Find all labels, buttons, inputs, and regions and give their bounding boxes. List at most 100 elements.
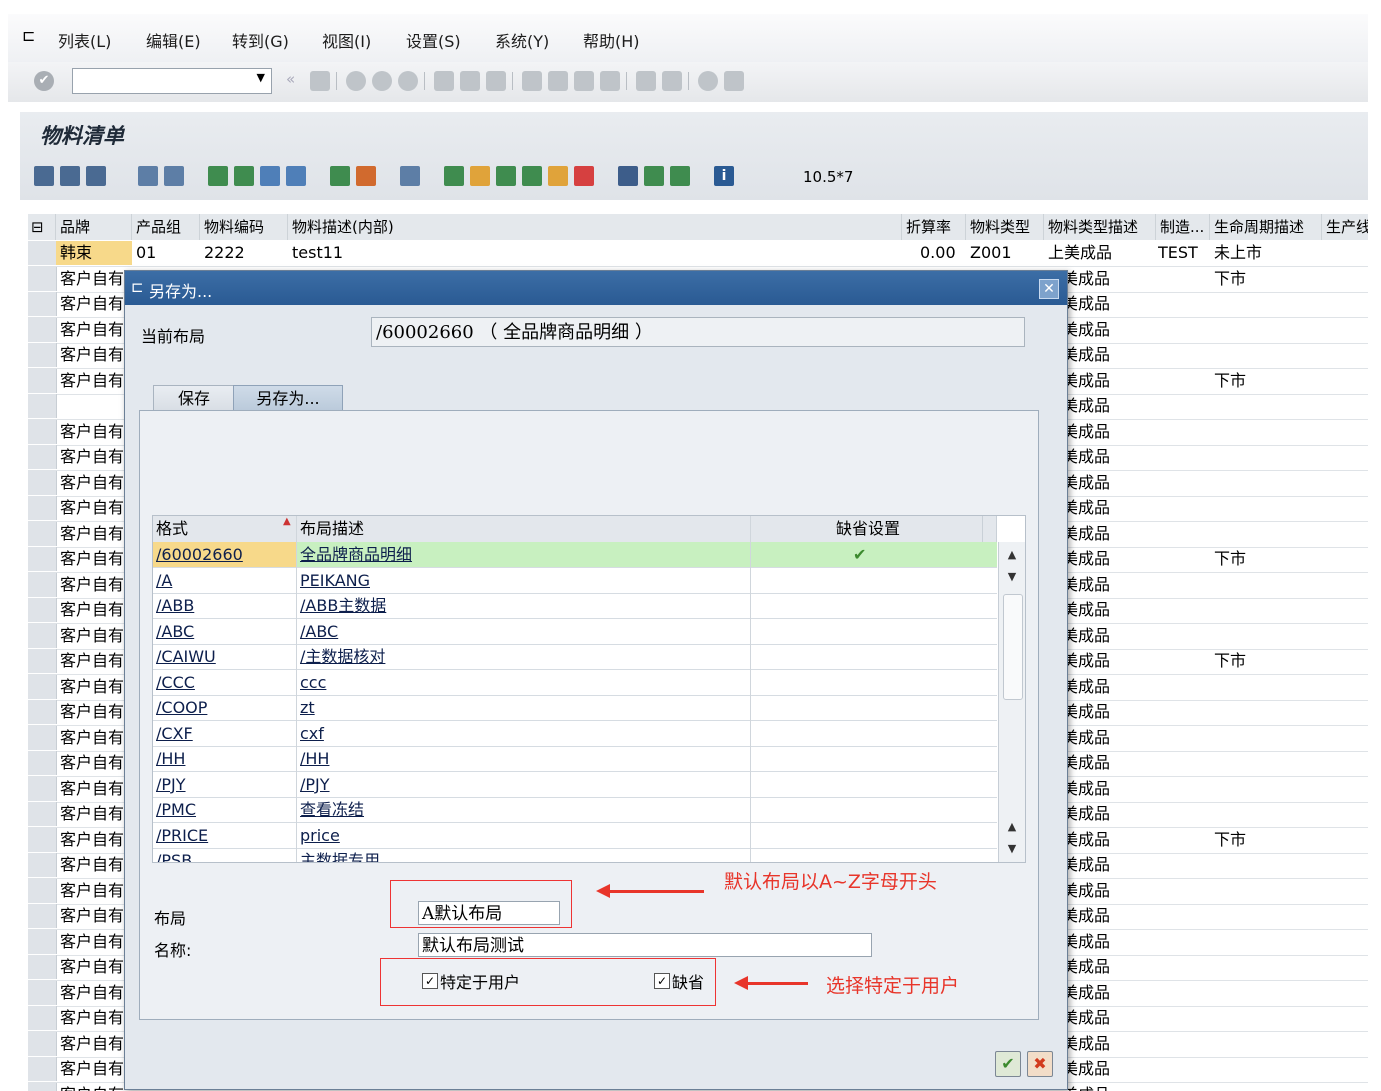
previous-page-icon[interactable] <box>548 71 568 91</box>
layout-desc-cell[interactable]: 主数据专用 <box>300 848 380 862</box>
col-header-lifecycle[interactable]: 生命周期描述 <box>1210 214 1322 240</box>
shortcut-icon[interactable] <box>662 71 682 91</box>
row-selector[interactable] <box>28 1006 57 1030</box>
cell-brand[interactable]: 韩束 <box>56 241 132 265</box>
row-selector[interactable] <box>28 751 57 775</box>
col-header-desc[interactable]: 物料描述(内部) <box>288 214 902 240</box>
menu-icon[interactable]: ⊏ <box>22 26 35 45</box>
cell-type-desc[interactable]: 美成品 <box>1062 369 1110 393</box>
cell-type-desc[interactable]: 美成品 <box>1062 828 1110 852</box>
cell-type-desc[interactable]: 美成品 <box>1062 318 1110 342</box>
row-selector[interactable] <box>28 878 57 903</box>
cell-brand[interactable]: 客户自有 <box>60 369 124 393</box>
col-header-group[interactable]: 产品组 <box>132 214 200 240</box>
layout-desc-cell[interactable]: /HH <box>300 746 329 771</box>
cell-brand[interactable]: 客户自有 <box>60 1083 124 1091</box>
deselect-all-icon[interactable] <box>164 166 184 186</box>
dialog-titlebar[interactable]: ⊏ 另存为... ✕ <box>125 271 1067 305</box>
row-selector[interactable] <box>28 955 57 979</box>
scrollbar[interactable]: ▲ ▼ ▲ ▼ <box>998 542 1025 862</box>
layout-row[interactable]: /A PEIKANG <box>153 568 997 594</box>
layout-format-cell[interactable]: /60002660 <box>153 542 297 567</box>
command-field[interactable]: ▼ <box>72 68 272 94</box>
save-icon[interactable] <box>310 71 330 91</box>
row-selector[interactable] <box>28 649 57 673</box>
cell-brand[interactable]: 客户自有 <box>60 343 124 367</box>
row-selector[interactable] <box>28 241 57 265</box>
cell-mfg[interactable]: TEST <box>1158 241 1198 265</box>
layout-row[interactable]: /COOP zt <box>153 695 997 721</box>
row-selector[interactable] <box>28 470 57 495</box>
row-selector[interactable] <box>28 317 57 342</box>
layout-format-cell[interactable]: /PSB <box>153 848 192 862</box>
cell-brand[interactable]: 客户自有 <box>60 751 124 775</box>
save-layout-icon[interactable] <box>670 166 690 186</box>
row-selector[interactable] <box>28 929 57 954</box>
print-icon[interactable] <box>434 71 454 91</box>
layout-desc-cell[interactable]: /ABC <box>300 619 338 644</box>
row-selector[interactable] <box>28 674 57 699</box>
cell-brand[interactable]: 客户自有 <box>60 853 124 877</box>
layout-row[interactable]: /ABB/ABB主数据 <box>153 593 997 619</box>
cell-type-desc[interactable]: 美成品 <box>1062 1057 1110 1081</box>
cell-lifecycle[interactable]: 下市 <box>1214 828 1246 852</box>
cell-type-desc[interactable]: 美成品 <box>1062 343 1110 367</box>
send-icon[interactable] <box>496 166 516 186</box>
cell-brand[interactable]: 客户自有 <box>60 649 124 673</box>
layout-desc-cell[interactable]: PEIKANG <box>300 568 370 593</box>
help-icon[interactable] <box>698 71 718 91</box>
row-selector[interactable] <box>28 292 57 316</box>
layout-desc-cell[interactable]: /主数据核对 <box>300 644 385 669</box>
cell-type-desc[interactable]: 美成品 <box>1062 624 1110 648</box>
menu-edit[interactable]: 编辑(E) <box>146 28 201 52</box>
last-page-icon[interactable] <box>600 71 620 91</box>
menu-goto[interactable]: 转到(G) <box>232 28 289 52</box>
cell-type[interactable]: Z001 <box>970 241 1012 265</box>
cell-lifecycle[interactable]: 下市 <box>1214 649 1246 673</box>
cell-brand[interactable]: 客户自有 <box>60 318 124 342</box>
layout-format-cell[interactable]: /CCC <box>153 670 195 695</box>
cell-type-desc[interactable]: 美成品 <box>1062 955 1110 979</box>
new-session-icon[interactable] <box>636 71 656 91</box>
name-input[interactable]: 默认布局测试 <box>418 933 872 957</box>
select-all-icon[interactable] <box>138 166 158 186</box>
cell-type-desc[interactable]: 美成品 <box>1062 445 1110 469</box>
cell-type-desc[interactable]: 美成品 <box>1062 1083 1110 1091</box>
cell-brand[interactable]: 客户自有 <box>60 496 124 520</box>
cell-code[interactable]: 2222 <box>204 241 245 265</box>
layout-desc-cell[interactable]: ccc <box>300 670 326 695</box>
cell-type-desc[interactable]: 美成品 <box>1062 496 1110 520</box>
layout-desc-cell[interactable]: /ABB主数据 <box>300 593 386 618</box>
layout-format-cell[interactable]: /PMC <box>153 797 196 822</box>
cell-lifecycle[interactable]: 未上市 <box>1214 241 1262 265</box>
row-selector[interactable] <box>28 521 57 546</box>
row-selector[interactable] <box>28 547 57 571</box>
row-selector[interactable] <box>28 1031 57 1056</box>
col-header-mfg[interactable]: 制造... <box>1156 214 1210 240</box>
row-selector[interactable] <box>28 623 57 648</box>
excel-export-icon[interactable] <box>470 166 490 186</box>
cell-type-desc[interactable]: 美成品 <box>1062 751 1110 775</box>
row-selector[interactable] <box>28 827 57 852</box>
cell-brand[interactable]: 客户自有 <box>60 598 124 622</box>
row-selector[interactable] <box>28 980 57 1005</box>
abc-analysis-icon[interactable] <box>522 166 542 186</box>
row-selector[interactable] <box>28 394 57 418</box>
layout-row[interactable]: /CXF cxf <box>153 721 997 747</box>
col-header-line[interactable]: 生产线 <box>1322 214 1368 240</box>
row-selector[interactable] <box>28 343 57 367</box>
cell-brand[interactable]: 客户自有 <box>60 1032 124 1056</box>
col-header-brand[interactable]: 品牌 <box>56 214 132 240</box>
layout-format-cell[interactable]: /CAIWU <box>153 644 216 669</box>
row-selector[interactable] <box>28 1082 57 1091</box>
menu-list[interactable]: 列表(L) <box>58 28 111 52</box>
layout-format-cell[interactable]: /HH <box>153 746 185 771</box>
layout-desc-cell[interactable]: cxf <box>300 721 324 746</box>
cell-type-desc[interactable]: 美成品 <box>1062 420 1110 444</box>
cell-brand[interactable]: 客户自有 <box>60 726 124 750</box>
row-selector[interactable] <box>28 445 57 469</box>
check-icon[interactable]: ✔ <box>995 1051 1021 1077</box>
layout-row[interactable]: /PMC 查看冻结 <box>153 797 997 823</box>
cell-type-desc[interactable]: 美成品 <box>1062 981 1110 1005</box>
row-selector[interactable] <box>28 776 57 801</box>
